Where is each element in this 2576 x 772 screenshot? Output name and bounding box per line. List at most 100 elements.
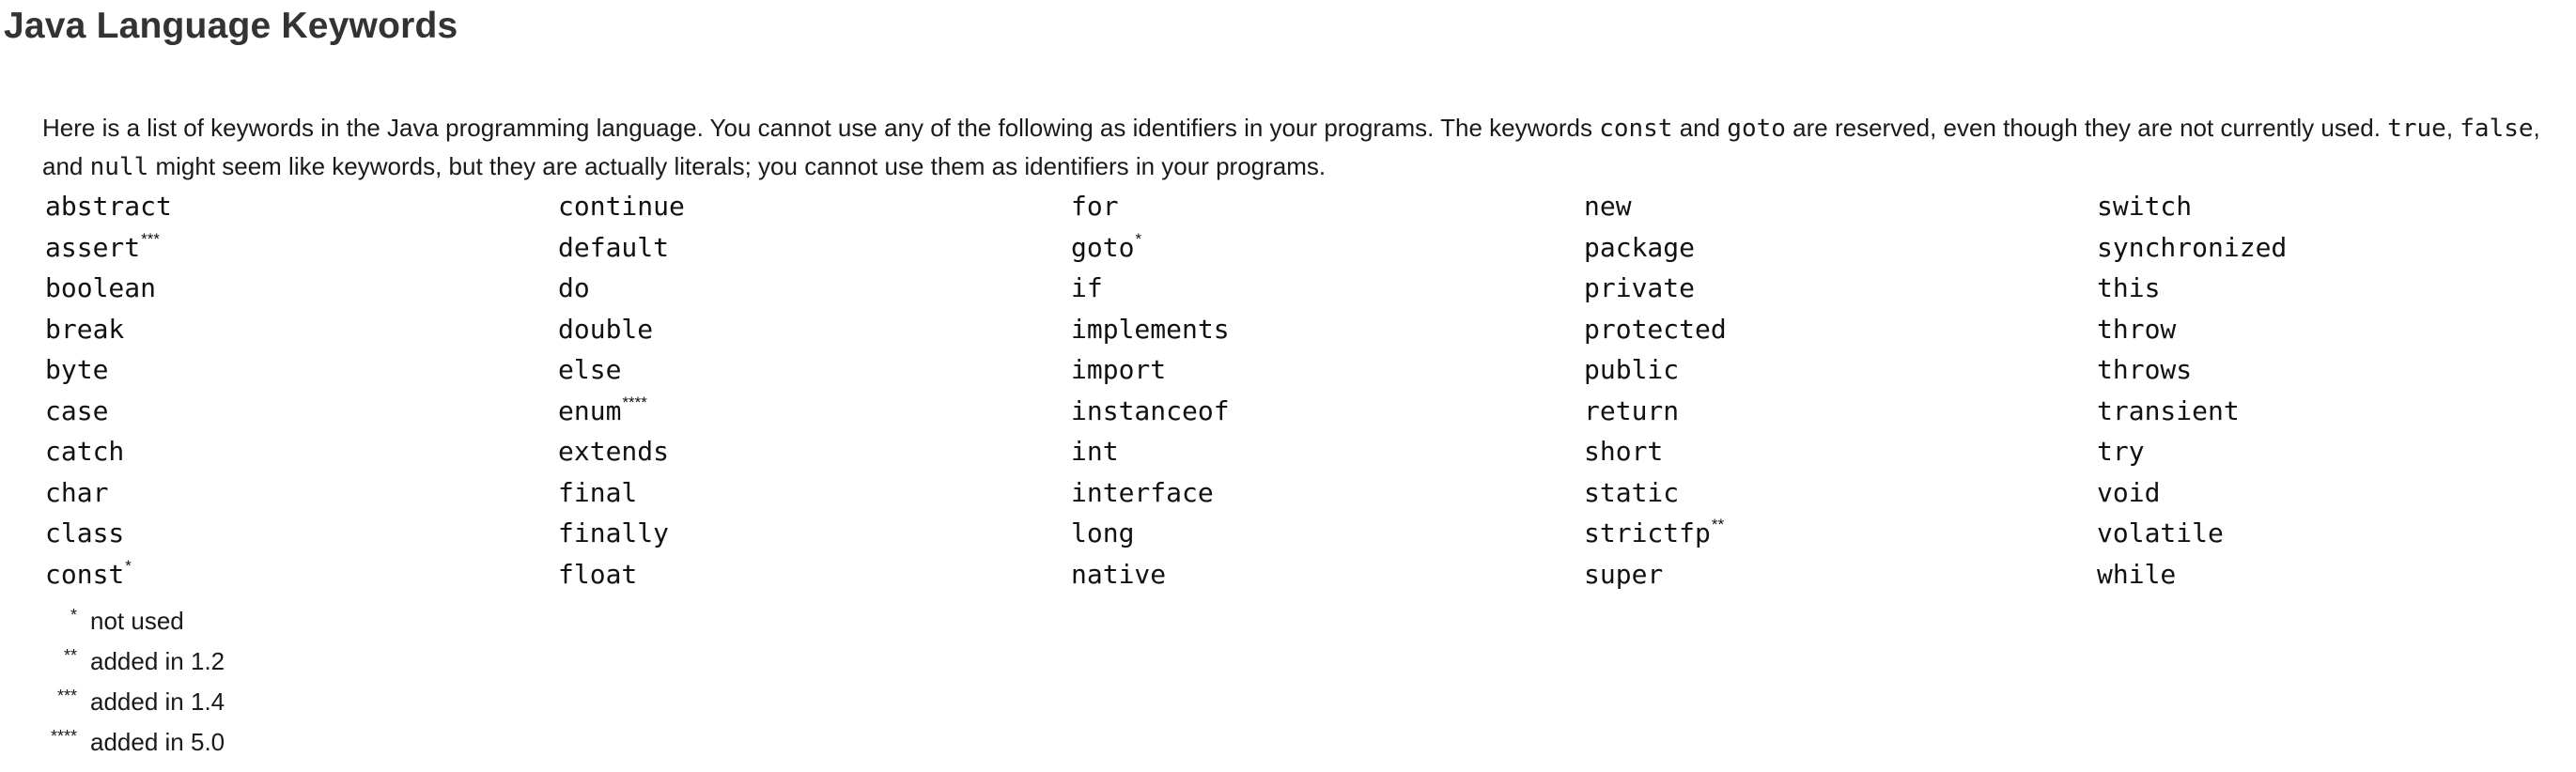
keyword-cell: new — [1584, 186, 2097, 227]
keyword-cell: case — [45, 391, 558, 432]
keyword-cell: implements — [1071, 309, 1584, 350]
keyword-cell: float — [558, 554, 1071, 595]
keyword-text: short — [1584, 436, 1664, 467]
footnote-mark: **** — [50, 727, 77, 746]
keyword-text: int — [1071, 436, 1119, 467]
keyword-cell: extends — [558, 431, 1071, 472]
keyword-cell: byte — [45, 349, 558, 391]
keyword-text: goto — [1071, 231, 1135, 263]
keyword-text: double — [558, 313, 654, 345]
keyword-cell: finally — [558, 513, 1071, 554]
keyword-footnote-mark: * — [1135, 229, 1142, 248]
keyword-text: throws — [2097, 354, 2193, 385]
keyword-text: this — [2097, 272, 2161, 303]
keyword-text: char — [45, 476, 109, 508]
keyword-text: if — [1071, 272, 1103, 303]
keyword-text: synchronized — [2097, 231, 2288, 263]
keyword-cell: long — [1071, 513, 1584, 554]
keyword-text: final — [558, 476, 638, 508]
keyword-text: break — [45, 313, 125, 345]
intro-code-null: null — [89, 153, 149, 181]
keyword-text: transient — [2097, 394, 2240, 426]
keyword-cell: short — [1584, 431, 2097, 472]
keyword-text: protected — [1584, 313, 1727, 345]
keyword-cell: this — [2097, 268, 2576, 309]
keyword-text: private — [1584, 272, 1696, 303]
keyword-text: interface — [1071, 476, 1214, 508]
keyword-cell: void — [2097, 472, 2576, 514]
keyword-text: implements — [1071, 313, 1230, 345]
keyword-cell: interface — [1071, 472, 1584, 514]
keyword-cell: goto* — [1071, 227, 1584, 269]
footnote-mark: * — [70, 606, 77, 625]
keyword-cell: char — [45, 472, 558, 514]
keyword-cell: enum**** — [558, 391, 1071, 432]
keyword-text: byte — [45, 354, 109, 385]
keyword-cell: continue — [558, 186, 1071, 227]
keyword-text: void — [2097, 476, 2161, 508]
keyword-cell: catch — [45, 431, 558, 472]
keyword-text: float — [558, 558, 638, 590]
keyword-text: extends — [558, 436, 670, 467]
keyword-text: try — [2097, 436, 2145, 467]
keyword-text: import — [1071, 354, 1167, 385]
intro-text: are reserved, even though they are not c… — [1785, 114, 2388, 142]
keyword-text: native — [1071, 558, 1167, 590]
footnotes: * not used ** added in 1.2 *** added in 1.4 **… — [39, 601, 225, 763]
footnote-text: not used — [90, 607, 184, 635]
keyword-text: else — [558, 354, 622, 385]
footnote-row: * not used — [39, 601, 225, 641]
keyword-text: case — [45, 394, 109, 426]
keyword-cell: final — [558, 472, 1071, 514]
intro-code-goto: goto — [1727, 115, 1786, 143]
keyword-cell: package — [1584, 227, 2097, 269]
keyword-text: static — [1584, 476, 1680, 508]
intro-text: might seem like keywords, but they are a… — [148, 152, 1327, 180]
footnote-row: *** added in 1.4 — [39, 682, 225, 722]
keyword-text: throw — [2097, 313, 2177, 345]
keyword-text: new — [1584, 191, 1632, 222]
keyword-cell: strictfp** — [1584, 513, 2097, 554]
keyword-text: assert — [45, 231, 141, 263]
keyword-cell: transient — [2097, 391, 2576, 432]
keyword-cell: public — [1584, 349, 2097, 391]
page-title: Java Language Keywords — [4, 6, 458, 46]
keyword-cell: default — [558, 227, 1071, 269]
keyword-footnote-mark: * — [125, 556, 132, 575]
keyword-cell: if — [1071, 268, 1584, 309]
keyword-cell: protected — [1584, 309, 2097, 350]
keyword-cell: abstract — [45, 186, 558, 227]
intro-code-const: const — [1599, 115, 1673, 143]
keyword-cell: do — [558, 268, 1071, 309]
keyword-cell: return — [1584, 391, 2097, 432]
keyword-text: const — [45, 558, 125, 590]
intro-paragraph: Here is a list of keywords in the Java p… — [42, 109, 2560, 186]
keyword-text: continue — [558, 191, 685, 222]
keyword-text: class — [45, 517, 125, 548]
keyword-text: public — [1584, 354, 1680, 385]
keyword-cell: native — [1071, 554, 1584, 595]
keyword-cell: double — [558, 309, 1071, 350]
keyword-cell: throw — [2097, 309, 2576, 350]
keyword-cell: instanceof — [1071, 391, 1584, 432]
footnote-row: **** added in 5.0 — [39, 722, 225, 763]
keyword-cell: assert*** — [45, 227, 558, 269]
keyword-text: return — [1584, 394, 1680, 426]
keyword-cell: synchronized — [2097, 227, 2576, 269]
keyword-text: switch — [2097, 191, 2193, 222]
keyword-text: for — [1071, 191, 1119, 222]
footnote-text: added in 1.2 — [90, 647, 225, 675]
keyword-cell: try — [2097, 431, 2576, 472]
keyword-cell: break — [45, 309, 558, 350]
keyword-text: long — [1071, 517, 1135, 548]
footnote-text: added in 5.0 — [90, 728, 225, 756]
keyword-footnote-mark: ** — [1711, 516, 1725, 533]
keyword-cell: switch — [2097, 186, 2576, 227]
intro-code-true: true — [2387, 115, 2446, 143]
keyword-cell: throws — [2097, 349, 2576, 391]
keyword-text: finally — [558, 517, 670, 548]
keyword-cell: else — [558, 349, 1071, 391]
footnote-text: added in 1.4 — [90, 687, 225, 716]
keyword-text: do — [558, 272, 590, 303]
footnote-mark: ** — [63, 646, 77, 665]
